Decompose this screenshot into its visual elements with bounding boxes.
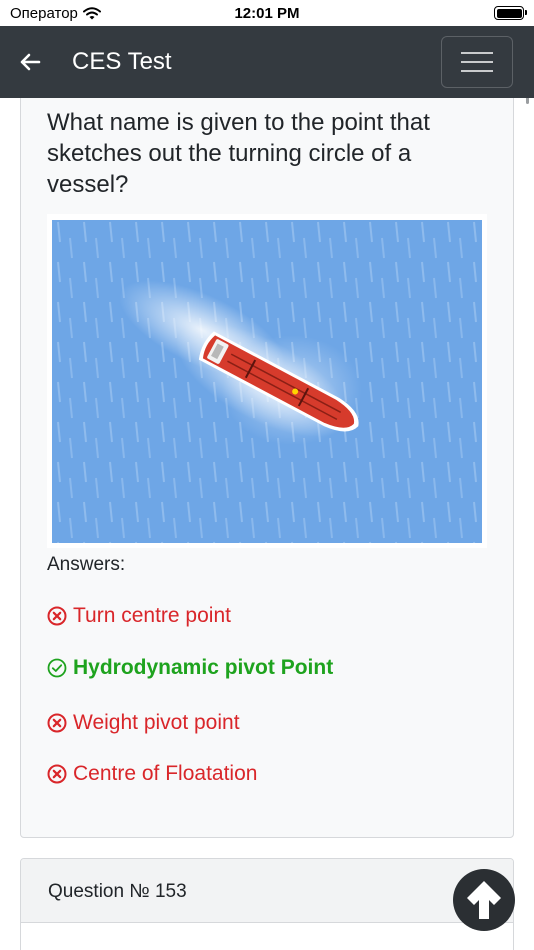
status-bar: Оператор 12:01 PM bbox=[0, 0, 534, 26]
arrow-up-icon bbox=[467, 881, 501, 919]
x-circle-icon bbox=[47, 764, 67, 784]
battery-icon bbox=[494, 6, 527, 20]
answer-text: Turn centre point bbox=[73, 604, 231, 627]
page-title: CES Test bbox=[72, 48, 172, 75]
answer-text: Hydrodynamic pivot Point bbox=[73, 656, 334, 679]
screen: What name is given to the point that ske… bbox=[0, 0, 534, 950]
answer-text: Centre of Floatation bbox=[73, 762, 258, 785]
question-image bbox=[47, 214, 487, 548]
ship-turning-illustration bbox=[52, 220, 482, 543]
clock: 12:01 PM bbox=[234, 5, 300, 22]
menu-button[interactable] bbox=[441, 36, 513, 88]
answer-option[interactable]: Centre of Floatation bbox=[47, 762, 257, 786]
back-arrow-icon[interactable] bbox=[18, 52, 42, 72]
scroll-to-top-button[interactable] bbox=[453, 869, 515, 931]
next-question-header[interactable]: Question № 153 bbox=[21, 859, 513, 923]
hamburger-icon-line bbox=[461, 52, 493, 54]
next-question-label: Question № 153 bbox=[48, 881, 187, 902]
navigation-bar: CES Test bbox=[0, 26, 534, 98]
answer-option[interactable]: Turn centre point bbox=[47, 604, 231, 628]
answer-option[interactable]: Weight pivot point bbox=[47, 711, 240, 735]
x-circle-icon bbox=[47, 713, 67, 733]
next-question-card[interactable]: Question № 153 bbox=[20, 858, 514, 950]
answer-text: Weight pivot point bbox=[73, 711, 240, 734]
x-circle-icon bbox=[47, 606, 67, 626]
answer-option-correct[interactable]: Hydrodynamic pivot Point bbox=[47, 656, 333, 680]
question-text: What name is given to the point that ske… bbox=[47, 109, 430, 198]
check-circle-icon bbox=[47, 658, 67, 678]
hamburger-icon-line bbox=[461, 70, 493, 72]
answers-label: Answers: bbox=[47, 554, 126, 575]
hamburger-icon-line bbox=[461, 61, 493, 63]
